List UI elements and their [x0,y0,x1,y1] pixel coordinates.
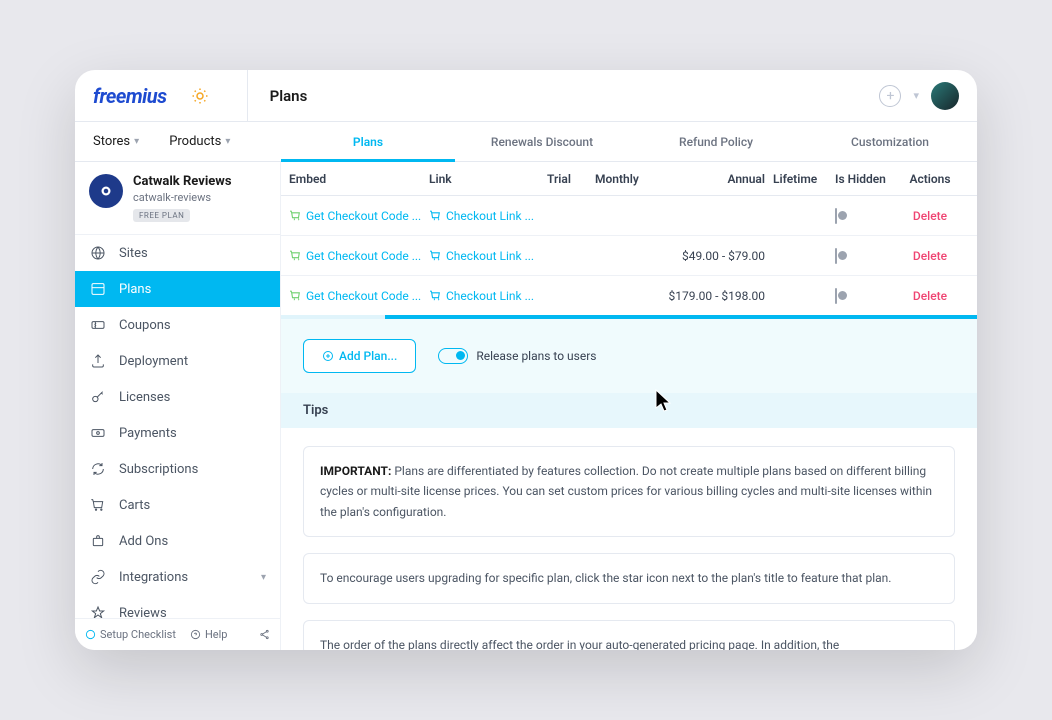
tab-refund[interactable]: Refund Policy [629,122,803,162]
sidebar-item-deployment[interactable]: Deployment [75,343,280,379]
product-avatar-icon [89,174,123,208]
star-icon [89,604,107,618]
main-content: Embed Link Trial Monthly Annual Lifetime… [281,162,977,650]
checkout-link[interactable]: Checkout Link ... [429,289,547,303]
actions-row: Add Plan... Release plans to users [281,319,977,393]
coupon-icon [89,316,107,334]
product-block[interactable]: Catwalk Reviews catwalk-reviews FREE PLA… [75,162,280,235]
tips-header: Tips [281,393,977,428]
tip-item: IMPORTANT: Plans are differentiated by f… [303,446,955,537]
tab-plans[interactable]: Plans [281,122,455,162]
chevron-down-icon: ▾ [261,572,266,583]
money-icon [89,424,107,442]
stores-dropdown[interactable]: Stores ▾ [93,134,139,149]
annual-price: $179.00 - $198.00 [665,289,773,303]
delete-link[interactable]: Delete [913,209,947,223]
sidebar-item-reviews[interactable]: Reviews [75,595,280,618]
setup-checklist-link[interactable]: Setup Checklist [85,628,176,641]
header: freemius Plans + ▾ [75,70,977,122]
tab-renewals[interactable]: Renewals Discount [455,122,629,162]
add-plan-button[interactable]: Add Plan... [303,339,416,373]
release-toggle[interactable] [438,348,468,364]
col-actions: Actions [901,172,959,186]
col-monthly: Monthly [595,172,665,186]
hidden-toggle[interactable] [835,288,837,304]
sidebar-item-payments[interactable]: Payments [75,415,280,451]
sidebar-item-carts[interactable]: Carts [75,487,280,523]
hidden-toggle[interactable] [835,208,837,224]
products-dropdown[interactable]: Products ▾ [169,134,230,149]
header-dropdown-icon[interactable]: ▾ [913,89,919,102]
tabs: Plans Renewals Discount Refund Policy Cu… [281,122,977,162]
user-avatar[interactable] [931,82,959,110]
globe-icon [89,244,107,262]
tab-customization[interactable]: Customization [803,122,977,162]
col-annual: Annual [665,172,773,186]
get-checkout-code-link[interactable]: Get Checkout Code ... [289,209,429,223]
help-link[interactable]: Help [190,628,228,641]
theme-toggle-icon[interactable] [191,87,209,105]
add-button[interactable]: + [879,85,901,107]
table-row: Get Checkout Code ... Checkout Link ... … [281,236,977,276]
link-icon [89,568,107,586]
product-slug: catwalk-reviews [133,191,232,204]
key-icon [89,388,107,406]
table-header: Embed Link Trial Monthly Annual Lifetime… [281,162,977,196]
logo: freemius [93,84,167,108]
share-icon[interactable] [259,629,270,640]
sidebar-item-licenses[interactable]: Licenses [75,379,280,415]
checkout-link[interactable]: Checkout Link ... [429,209,547,223]
get-checkout-code-link[interactable]: Get Checkout Code ... [289,289,429,303]
upload-icon [89,352,107,370]
col-embed: Embed [281,172,429,186]
col-hidden: Is Hidden [835,172,901,186]
delete-link[interactable]: Delete [913,249,947,263]
delete-link[interactable]: Delete [913,289,947,303]
plan-badge: FREE PLAN [133,209,190,222]
sidebar-item-subscriptions[interactable]: Subscriptions [75,451,280,487]
col-link: Link [429,172,547,186]
sidebar-item-coupons[interactable]: Coupons [75,307,280,343]
annual-price: $49.00 - $79.00 [665,249,773,263]
sidebar-footer: Setup Checklist Help [75,618,280,650]
cart-icon [89,496,107,514]
table-row: Get Checkout Code ... Checkout Link ... … [281,196,977,236]
tip-item: To encourage users upgrading for specifi… [303,553,955,603]
page-title: Plans [247,70,308,121]
top-nav: Stores ▾ Products ▾ Plans Renewals Disco… [75,122,977,162]
sidebar: Catwalk Reviews catwalk-reviews FREE PLA… [75,162,281,650]
table-row: Get Checkout Code ... Checkout Link ... … [281,276,977,316]
puzzle-icon [89,532,107,550]
hidden-toggle[interactable] [835,248,837,264]
sidebar-item-integrations[interactable]: Integrations▾ [75,559,280,595]
sidebar-item-addons[interactable]: Add Ons [75,523,280,559]
sidebar-item-sites[interactable]: Sites [75,235,280,271]
checkout-link[interactable]: Checkout Link ... [429,249,547,263]
col-lifetime: Lifetime [773,172,835,186]
plans-icon [89,280,107,298]
product-name: Catwalk Reviews [133,174,232,189]
release-label: Release plans to users [476,349,596,363]
get-checkout-code-link[interactable]: Get Checkout Code ... [289,249,429,263]
app-window: freemius Plans + ▾ Stores ▾ Products ▾ P… [75,70,977,650]
tips-body: IMPORTANT: Plans are differentiated by f… [281,428,977,650]
sidebar-item-plans[interactable]: Plans [75,271,280,307]
col-trial: Trial [547,172,595,186]
refresh-icon [89,460,107,478]
tip-item: The order of the plans directly affect t… [303,620,955,650]
